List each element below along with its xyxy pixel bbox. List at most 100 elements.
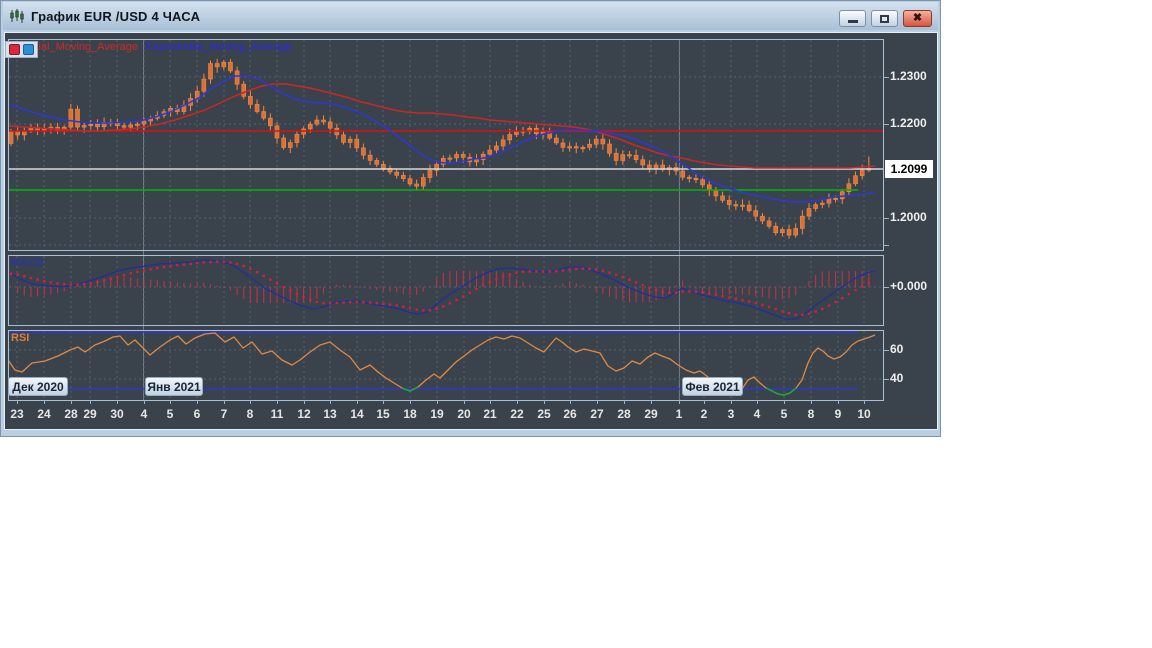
x-axis-tick xyxy=(490,400,491,404)
x-axis-label: 5 xyxy=(166,407,174,421)
x-axis-label: 22 xyxy=(510,407,524,421)
x-axis-label: 1 xyxy=(675,407,683,421)
x-axis-tick xyxy=(357,400,358,404)
x-axis-label: 8 xyxy=(807,407,815,421)
close-button[interactable]: ✖ xyxy=(903,10,932,27)
price-axis-tick xyxy=(884,379,889,380)
x-axis-label: 28 xyxy=(617,407,631,421)
x-axis-tick xyxy=(517,400,518,404)
x-axis-label: 24 xyxy=(37,407,51,421)
x-axis-tick xyxy=(304,400,305,404)
x-axis-tick xyxy=(864,400,865,404)
x-axis-label: 4 xyxy=(753,407,761,421)
blue-square-button[interactable] xyxy=(23,44,34,55)
window-title: График EUR /USD 4 ЧАСА xyxy=(31,8,201,24)
x-axis-tick xyxy=(90,400,91,404)
x-axis-tick xyxy=(679,400,680,404)
x-axis-label: 26 xyxy=(563,407,577,421)
x-axis-tick xyxy=(144,400,145,404)
restore-button[interactable] xyxy=(871,10,898,27)
x-axis-tick xyxy=(383,400,384,404)
x-axis-label: 15 xyxy=(376,407,390,421)
price-axis-label: 1.2300 xyxy=(890,69,927,83)
price-axis-label: 1.2200 xyxy=(890,116,927,130)
x-axis-tick xyxy=(44,400,45,404)
x-axis-label: 8 xyxy=(246,407,254,421)
x-axis-label: 19 xyxy=(430,407,444,421)
macd-zero-label: +0.000 xyxy=(890,279,928,293)
indicator-mini-toolbar xyxy=(5,41,38,58)
x-axis-label: 3 xyxy=(727,407,735,421)
x-axis-tick xyxy=(624,400,625,404)
x-axis-label: 21 xyxy=(483,407,497,421)
x-axis-tick xyxy=(71,400,72,404)
price-chart-canvas[interactable] xyxy=(8,39,884,251)
x-axis-tick xyxy=(250,400,251,404)
x-axis-tick xyxy=(811,400,812,404)
x-axis-tick xyxy=(704,400,705,404)
x-axis-tick xyxy=(277,400,278,404)
rsi-level-60-label: 60 xyxy=(890,342,904,356)
x-axis-tick xyxy=(197,400,198,404)
x-axis-tick xyxy=(117,400,118,404)
price-axis-tick xyxy=(884,124,889,125)
x-axis-label: 11 xyxy=(270,407,284,421)
app-icon xyxy=(10,9,24,23)
x-axis-tick xyxy=(731,400,732,404)
legend-red-ma: Exponential_Moving_Average xyxy=(36,41,138,53)
x-axis-label: 29 xyxy=(83,407,97,421)
x-axis-label: 29 xyxy=(644,407,658,421)
x-axis-label: 12 xyxy=(297,407,311,421)
x-axis-label: 23 xyxy=(10,407,24,421)
minimize-button[interactable] xyxy=(839,10,866,27)
x-axis-tick xyxy=(170,400,171,404)
x-axis-label: 13 xyxy=(323,407,337,421)
x-axis-label: 18 xyxy=(403,407,417,421)
x-axis-tick xyxy=(838,400,839,404)
x-axis-label: 4 xyxy=(140,407,148,421)
x-axis-tick xyxy=(570,400,571,404)
rsi-level-40-label: 40 xyxy=(890,371,904,385)
minimize-icon xyxy=(847,20,858,23)
x-axis-label: 6 xyxy=(193,407,201,421)
x-axis-tick xyxy=(651,400,652,404)
x-axis-label: 9 xyxy=(834,407,842,421)
macd-label: MACD xyxy=(11,257,44,269)
x-axis-label: 20 xyxy=(457,407,471,421)
close-icon: ✖ xyxy=(912,12,923,24)
title-bar[interactable]: График EUR /USD 4 ЧАСА xyxy=(3,2,938,30)
x-axis-tick xyxy=(410,400,411,404)
price-axis-tick xyxy=(884,287,889,288)
x-axis-label: 27 xyxy=(590,407,604,421)
x-axis-tick xyxy=(330,400,331,404)
legend-blue-ema: Exponential_Moving_Average xyxy=(146,41,292,53)
x-axis-tick xyxy=(544,400,545,404)
rsi-chart-canvas[interactable] xyxy=(8,330,884,401)
month-box-jan-2021[interactable]: Янв 2021 xyxy=(145,377,203,396)
price-axis-tick xyxy=(884,218,889,219)
month-box-dec-2020[interactable]: Дек 2020 xyxy=(8,377,68,396)
current-price-box: 1.2099 xyxy=(885,160,933,178)
price-axis-label: 1.2000 xyxy=(890,210,927,224)
x-axis-label: 2 xyxy=(700,407,708,421)
restore-icon xyxy=(880,14,889,23)
x-axis-label: 14 xyxy=(350,407,364,421)
red-square-button[interactable] xyxy=(9,44,20,55)
x-axis-tick xyxy=(464,400,465,404)
x-axis-tick xyxy=(17,400,18,404)
window-controls: ✖ xyxy=(839,10,932,27)
x-axis-label: 5 xyxy=(780,407,788,421)
x-axis-label: 30 xyxy=(110,407,124,421)
price-axis-tick xyxy=(884,350,889,351)
x-axis-tick xyxy=(784,400,785,404)
x-axis-tick xyxy=(757,400,758,404)
price-axis-tick xyxy=(884,77,889,78)
x-axis-label: 10 xyxy=(857,407,871,421)
x-axis-tick xyxy=(597,400,598,404)
macd-chart-canvas[interactable] xyxy=(8,255,884,326)
x-axis-tick xyxy=(224,400,225,404)
month-box-feb-2021[interactable]: Фев 2021 xyxy=(682,377,743,396)
x-axis-tick xyxy=(437,400,438,404)
rsi-label: RSI xyxy=(11,332,30,344)
price-axis-tick xyxy=(884,245,889,246)
